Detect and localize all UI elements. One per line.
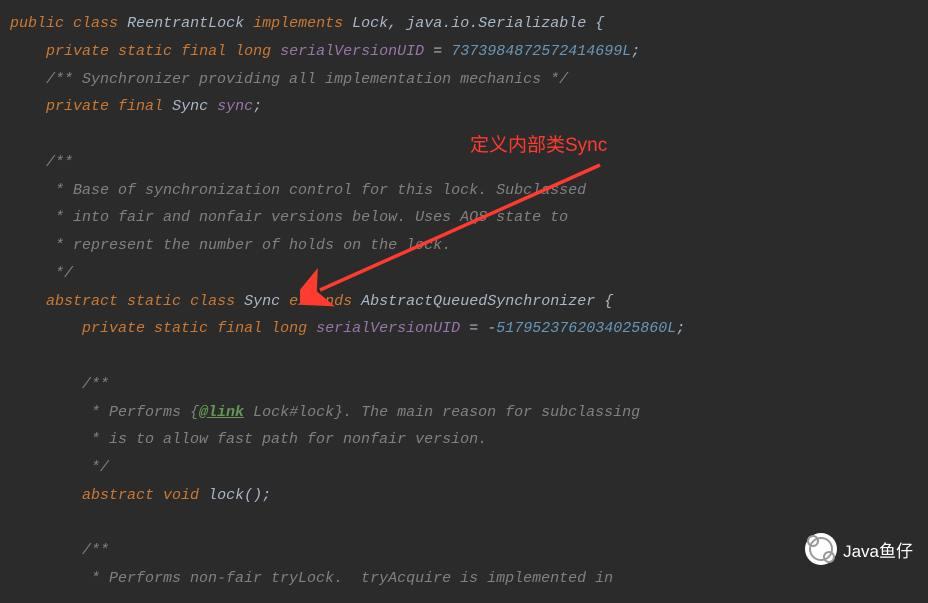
code-block: public class ReentrantLock implements Lo… [0,0,928,603]
code-line: /** [10,537,928,565]
code-line: private static final long serialVersionU… [10,38,928,66]
code-line: * into fair and nonfair versions below. … [10,204,928,232]
class-name: ReentrantLock [127,15,244,32]
code-line: /** [10,149,928,177]
field-sync: sync [217,98,253,115]
field-serialversionuid: serialVersionUID [280,43,424,60]
keyword-class: class [73,15,118,32]
code-line: /** Synchronizer providing all implement… [10,66,928,94]
type-serializable: java.io.Serializable [406,15,586,32]
code-line: private static final long serialVersionU… [10,315,928,343]
code-line: abstract void lock(); [10,482,928,510]
javadoc-link: @link [199,404,244,421]
code-line: abstract static class Sync extends Abstr… [10,288,928,316]
number-literal: 7373984872572414699L [451,43,631,60]
type-lock: Lock [352,15,388,32]
code-line: private final Sync sync; [10,93,928,121]
code-line: * represent the number of holds on the l… [10,232,928,260]
type-sync: Sync [172,98,208,115]
comment: /** Synchronizer providing all implement… [46,71,568,88]
method-lock: lock [208,487,244,504]
code-line: * Performs {@link Lock#lock}. The main r… [10,399,928,427]
code-line: * is to allow fast path for nonfair vers… [10,426,928,454]
keyword-public: public [10,15,64,32]
keyword-implements: implements [253,15,343,32]
class-sync: Sync [244,293,280,310]
number-literal: 5179523762034025860L [496,320,676,337]
code-line [10,343,928,371]
code-line [10,121,928,149]
code-line: */ [10,454,928,482]
type-aqs: AbstractQueuedSynchronizer [361,293,595,310]
code-line: * Base of synchronization control for th… [10,177,928,205]
code-line: * Performs non-fair tryLock. tryAcquire … [10,565,928,593]
code-line: */ [10,260,928,288]
code-line: /** [10,371,928,399]
code-line: public class ReentrantLock implements Lo… [10,10,928,38]
code-line [10,510,928,538]
